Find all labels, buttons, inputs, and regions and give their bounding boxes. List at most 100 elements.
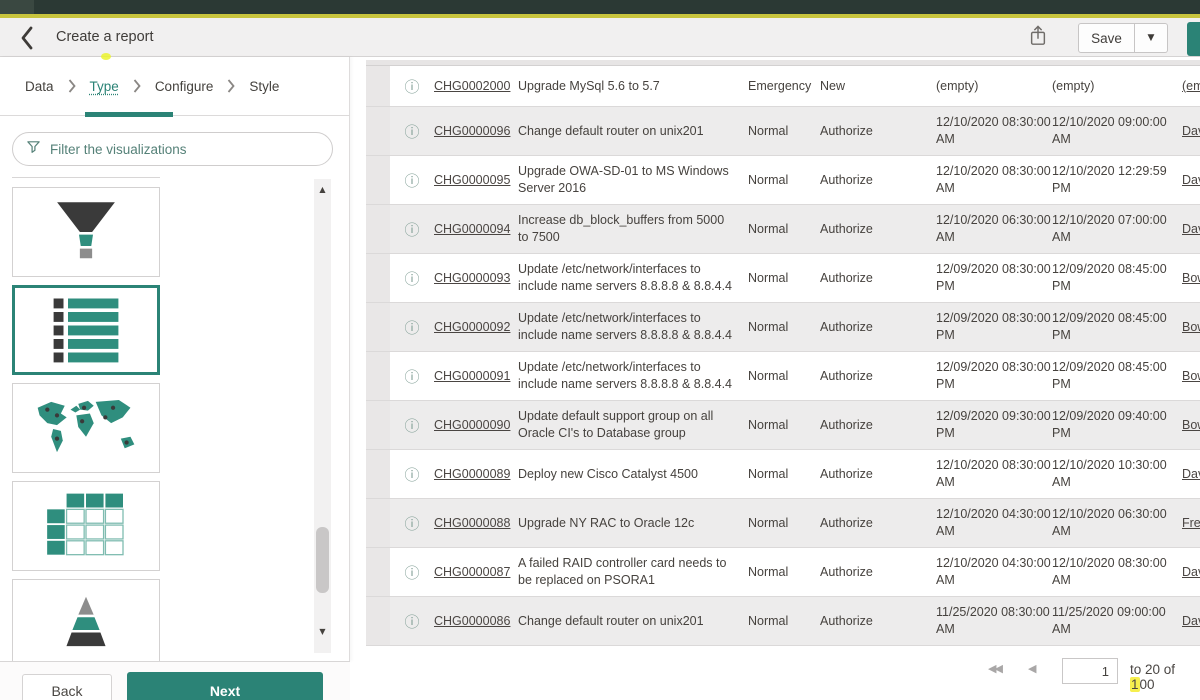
change-number-link[interactable]: CHG0000089 — [434, 467, 510, 481]
assigned-to-link[interactable]: Dav — [1182, 565, 1200, 579]
table-row[interactable]: ⓘ CHG0000089 Deploy new Cisco Catalyst 4… — [366, 450, 1200, 499]
short-description-cell: Upgrade OWA-SD-01 to MS Windows Server 2… — [518, 163, 748, 197]
row-number-cell: CHG0000088 — [434, 516, 518, 530]
change-number-link[interactable]: CHG0000091 — [434, 369, 510, 383]
row-gutter — [366, 303, 390, 351]
funnel-chart-icon — [36, 197, 136, 267]
scroll-up-icon[interactable]: ▲ — [314, 185, 331, 194]
priority-cell: Normal — [748, 369, 820, 383]
short-description-cell: Increase db_block_buffers from 5000 to 7… — [518, 212, 748, 246]
change-number-link[interactable]: CHG0000092 — [434, 320, 510, 334]
table-row[interactable]: ⓘ CHG0000094 Increase db_block_buffers f… — [366, 205, 1200, 254]
start-date-cell: 11/25/2020 08:30:00 AM — [936, 604, 1052, 638]
priority-cell: Normal — [748, 418, 820, 432]
change-number-link[interactable]: CHG0000086 — [434, 614, 510, 628]
row-info-cell: ⓘ — [390, 464, 434, 485]
start-date-cell: 12/10/2020 08:30:00 AM — [936, 114, 1052, 148]
assigned-to-link[interactable]: Bow — [1182, 271, 1200, 285]
previous-page-icon[interactable]: ◀ — [1028, 662, 1036, 675]
back-button[interactable]: Back — [22, 674, 112, 700]
info-icon[interactable]: ⓘ — [404, 221, 419, 239]
change-number-link[interactable]: CHG0000087 — [434, 565, 510, 579]
row-number-cell: CHG0000093 — [434, 271, 518, 285]
change-number-link[interactable]: CHG0000090 — [434, 418, 510, 432]
assigned-to-link[interactable]: Dav — [1182, 222, 1200, 236]
assigned-to-link[interactable]: (empty) — [1182, 79, 1200, 93]
breadcrumb-divider — [0, 115, 350, 116]
viz-thumbnail-map[interactable] — [12, 383, 160, 473]
wizard-step-type[interactable]: Type — [90, 79, 119, 94]
assigned-to-cell: (empty) — [1182, 79, 1200, 93]
info-icon[interactable]: ⓘ — [404, 172, 419, 190]
cursor-highlight-dot — [101, 53, 111, 60]
table-row[interactable]: ⓘ CHG0000092 Update /etc/network/interfa… — [366, 303, 1200, 352]
run-button-partial[interactable] — [1187, 22, 1200, 56]
change-number-link[interactable]: CHG0002000 — [434, 79, 510, 93]
info-icon[interactable]: ⓘ — [404, 466, 419, 484]
viz-thumbnail-list[interactable] — [12, 285, 160, 375]
start-date-cell: 12/09/2020 08:30:00 PM — [936, 261, 1052, 295]
chevron-right-icon — [133, 79, 141, 93]
table-row[interactable]: ⓘ CHG0000095 Upgrade OWA-SD-01 to MS Win… — [366, 156, 1200, 205]
info-icon[interactable]: ⓘ — [404, 417, 419, 435]
info-icon[interactable]: ⓘ — [404, 270, 419, 288]
back-chevron-icon[interactable] — [20, 26, 40, 50]
info-icon[interactable]: ⓘ — [404, 319, 419, 337]
scrollbar-thumb[interactable] — [316, 527, 329, 593]
table-row[interactable]: ⓘ CHG0002000 Upgrade MySql 5.6 to 5.7 Em… — [366, 66, 1200, 107]
change-number-link[interactable]: CHG0000095 — [434, 173, 510, 187]
filter-input[interactable] — [50, 142, 332, 157]
assigned-to-link[interactable]: Bow — [1182, 369, 1200, 383]
change-number-link[interactable]: CHG0000088 — [434, 516, 510, 530]
info-icon[interactable]: ⓘ — [404, 564, 419, 582]
table-row[interactable]: ⓘ CHG0000088 Upgrade NY RAC to Oracle 12… — [366, 499, 1200, 548]
scroll-down-icon[interactable]: ▼ — [314, 627, 331, 636]
row-number-cell: CHG0000087 — [434, 565, 518, 579]
assigned-to-cell: Dav — [1182, 124, 1200, 138]
info-icon[interactable]: ⓘ — [404, 78, 419, 96]
info-icon[interactable]: ⓘ — [404, 123, 419, 141]
page-number-input[interactable] — [1062, 658, 1118, 684]
table-row[interactable]: ⓘ CHG0000093 Update /etc/network/interfa… — [366, 254, 1200, 303]
pagination-range-label: to 20 of 100 — [1130, 662, 1200, 692]
change-number-link[interactable]: CHG0000096 — [434, 124, 510, 138]
assigned-to-link[interactable]: Bow — [1182, 418, 1200, 432]
row-info-cell: ⓘ — [390, 317, 434, 338]
next-button[interactable]: Next — [127, 672, 323, 700]
assigned-to-link[interactable]: Dav — [1182, 467, 1200, 481]
row-gutter — [366, 597, 390, 645]
table-row[interactable]: ⓘ CHG0000090 Update default support grou… — [366, 401, 1200, 450]
assigned-to-link[interactable]: Dav — [1182, 124, 1200, 138]
info-icon[interactable]: ⓘ — [404, 368, 419, 386]
table-row[interactable]: ⓘ CHG0000091 Update /etc/network/interfa… — [366, 352, 1200, 401]
viz-thumbnail-funnel[interactable] — [12, 187, 160, 277]
start-date-cell: 12/10/2020 04:30:00 AM — [936, 506, 1052, 540]
table-row[interactable]: ⓘ CHG0000096 Change default router on un… — [366, 107, 1200, 156]
row-gutter — [366, 352, 390, 400]
assigned-to-link[interactable]: Bow — [1182, 320, 1200, 334]
wizard-step-data[interactable]: Data — [25, 79, 54, 94]
info-icon[interactable]: ⓘ — [404, 515, 419, 533]
viz-thumbnail-pyramid[interactable] — [12, 579, 160, 661]
priority-cell: Normal — [748, 173, 820, 187]
viz-thumbnail-heatmap[interactable] — [12, 481, 160, 571]
table-row[interactable]: ⓘ CHG0000086 Change default router on un… — [366, 597, 1200, 646]
assigned-to-link[interactable]: Dav — [1182, 173, 1200, 187]
row-info-cell: ⓘ — [390, 219, 434, 240]
row-gutter — [366, 156, 390, 204]
change-number-link[interactable]: CHG0000093 — [434, 271, 510, 285]
assigned-to-link[interactable]: Fre — [1182, 516, 1200, 530]
first-page-icon[interactable]: ◀◀ — [988, 662, 1001, 675]
assigned-to-cell: Fre — [1182, 516, 1200, 530]
wizard-step-configure[interactable]: Configure — [155, 79, 214, 94]
change-number-link[interactable]: CHG0000094 — [434, 222, 510, 236]
info-icon[interactable]: ⓘ — [404, 613, 419, 631]
wizard-step-style[interactable]: Style — [249, 79, 279, 94]
row-number-cell: CHG0000089 — [434, 467, 518, 481]
assigned-to-link[interactable]: Dav — [1182, 614, 1200, 628]
assigned-to-cell: Dav — [1182, 614, 1200, 628]
table-row[interactable]: ⓘ CHG0000087 A failed RAID controller ca… — [366, 548, 1200, 597]
share-icon[interactable] — [1028, 24, 1052, 51]
save-dropdown-button[interactable]: ▼ — [1135, 23, 1168, 53]
save-button[interactable]: Save — [1078, 23, 1135, 53]
